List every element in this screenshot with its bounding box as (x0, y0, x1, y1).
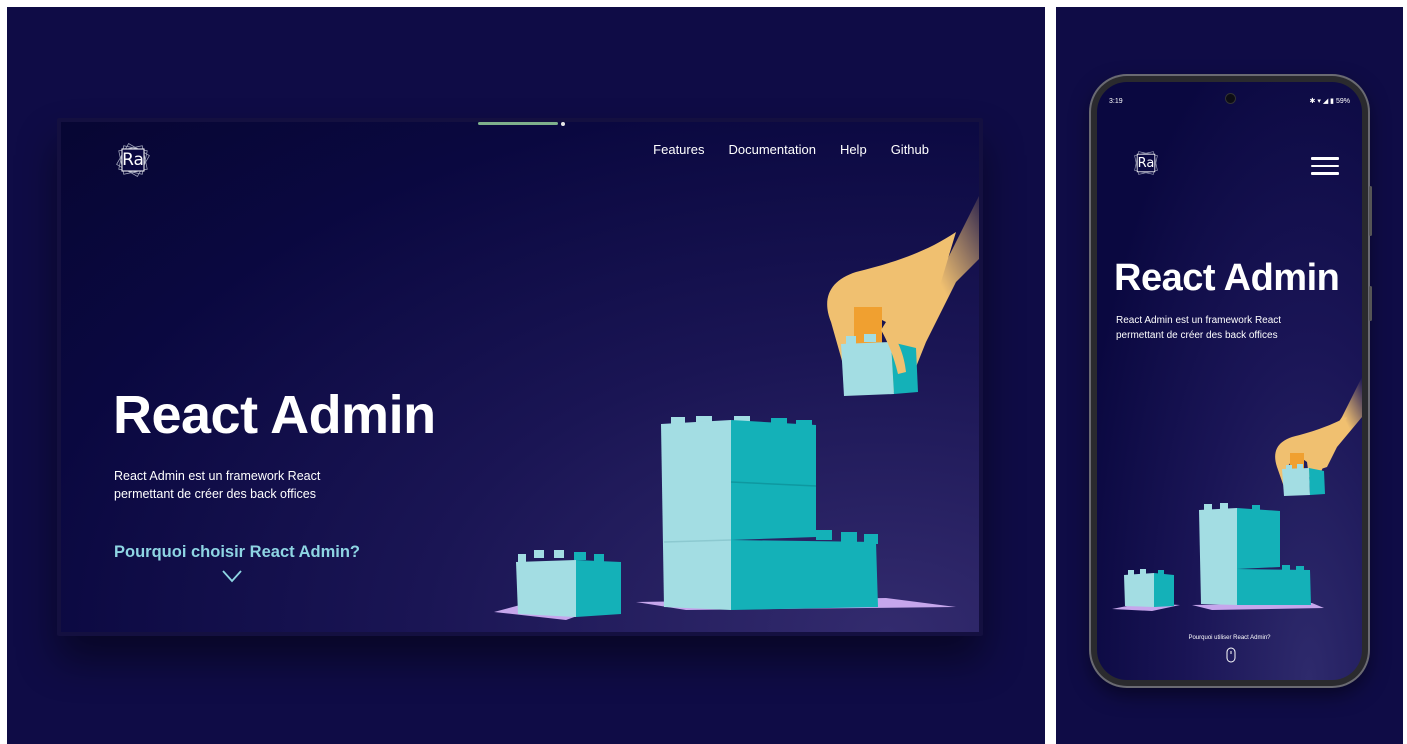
hero-subtitle-line2: permettant de créer des back offices (114, 487, 316, 501)
status-time: 3:19 (1109, 98, 1123, 105)
battery-percent: 59% (1335, 98, 1350, 105)
status-icons: ✱ ▾ ◢ ▮ 59% (1310, 97, 1350, 105)
why-react-admin-link[interactable]: Pourquoi choisir React Admin? (114, 543, 360, 562)
hero-subtitle: React Admin est un framework React perme… (114, 467, 374, 503)
ra-logo[interactable]: Ra (1130, 147, 1162, 179)
nav-features[interactable]: Features (653, 142, 704, 157)
phone-frame: 3:19 ✱ ▾ ◢ ▮ 59% Ra React Admin React Ad… (1091, 76, 1372, 686)
hero-title: React Admin (113, 385, 436, 445)
wifi-icon: ▾ (1317, 98, 1321, 105)
mobile-hero-subtitle: React Admin est un framework React perme… (1116, 313, 1326, 343)
nav-documentation[interactable]: Documentation (728, 142, 815, 157)
logo-text: Ra (1137, 155, 1155, 171)
mobile-hero-title: React Admin (1114, 257, 1340, 299)
camera-dot (561, 122, 565, 126)
hamburger-menu-icon[interactable] (1311, 157, 1339, 177)
signal-icon: ◢ (1322, 98, 1329, 105)
mobile-mockup-panel: 3:19 ✱ ▾ ◢ ▮ 59% Ra React Admin React Ad… (1056, 7, 1403, 744)
hero-subtitle-line1: React Admin est un framework React (114, 469, 321, 483)
phone-side-button (1369, 186, 1372, 236)
nav-github[interactable]: Github (891, 142, 929, 157)
nav-help[interactable]: Help (840, 142, 867, 157)
mobile-subtitle-line2: permettant de créer des back offices (1116, 330, 1278, 341)
logo-text: Ra (122, 150, 144, 170)
top-nav: Features Documentation Help Github (653, 142, 929, 157)
desktop-mockup-panel: Ra Features Documentation Help Github Re… (7, 7, 1045, 744)
large-block (661, 416, 878, 610)
mouse-scroll-icon[interactable] (1226, 647, 1236, 663)
battery-icon: ▮ (1330, 98, 1335, 105)
small-block (516, 550, 621, 617)
mobile-blocks-illustration (1112, 377, 1362, 611)
front-camera (1225, 93, 1236, 104)
blocks-hand-illustration (494, 196, 979, 620)
bluetooth-icon: ✱ (1309, 98, 1316, 105)
ra-logo[interactable]: Ra (113, 140, 153, 180)
mobile-why-link[interactable]: Pourquoi utiliser React Admin? (1097, 635, 1362, 641)
desktop-screen: Ra Features Documentation Help Github Re… (61, 122, 979, 632)
mobile-screen: 3:19 ✱ ▾ ◢ ▮ 59% Ra React Admin React Ad… (1097, 82, 1362, 680)
chevron-down-icon[interactable] (221, 569, 243, 583)
laptop-frame: Ra Features Documentation Help Github Re… (57, 118, 983, 636)
camera-bar (478, 122, 558, 125)
mobile-subtitle-line1: React Admin est un framework React (1116, 315, 1282, 326)
phone-side-button (1369, 286, 1372, 321)
